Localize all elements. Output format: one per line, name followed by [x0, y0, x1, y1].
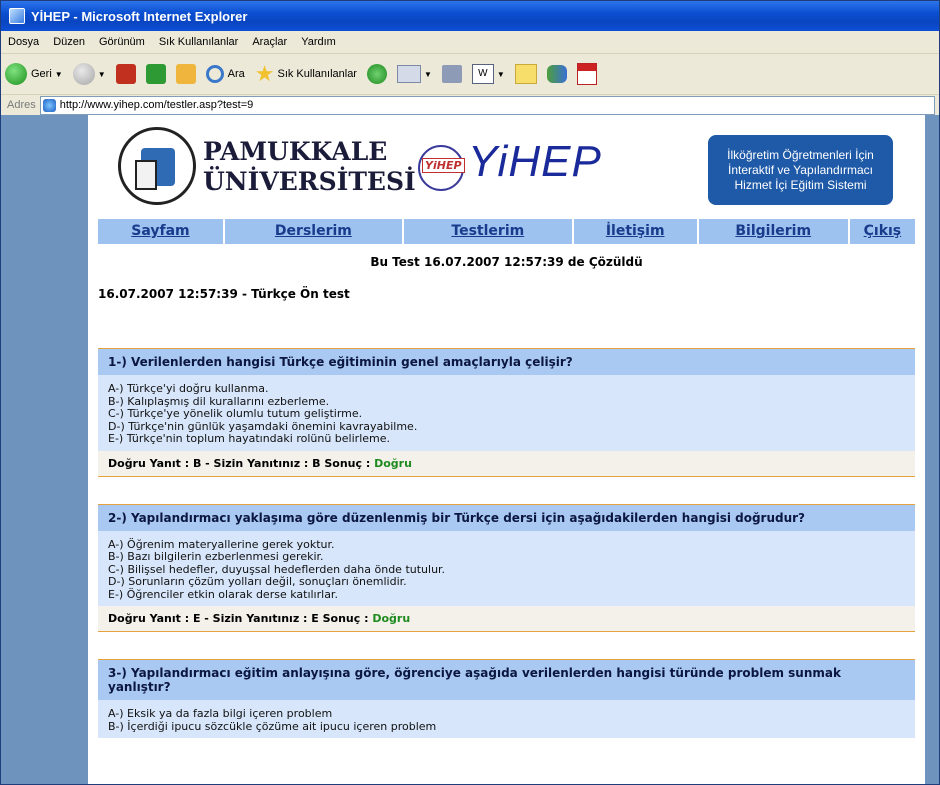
result-prefix: Doğru Yanıt : E - Sizin Yanıtınız : E So… [108, 612, 373, 625]
history-icon [366, 64, 387, 84]
nav-sayfam[interactable]: Sayfam [98, 219, 225, 244]
question-title: 3-) Yapılandırmacı eğitim anlayışına gör… [98, 659, 915, 700]
ie-app-icon [9, 8, 25, 24]
question-title: 1-) Verilenlerden hangisi Türkçe eğitimi… [98, 348, 915, 375]
university-seal-icon [118, 127, 196, 205]
word-icon: W [471, 64, 494, 84]
university-name: PAMUKKALE ÜNİVERSİTESİ [203, 137, 416, 197]
menu-help[interactable]: Yardım [294, 36, 343, 48]
menu-file[interactable]: Dosya [1, 36, 46, 48]
tagline-line1: İlköğretim Öğretmenleri İçin [727, 147, 874, 162]
mail-icon [396, 65, 421, 83]
note-icon [514, 64, 537, 84]
favorites-label: Sık Kullanılanlar [277, 68, 357, 80]
forward-arrow-icon [72, 63, 95, 85]
site-header: PAMUKKALE ÜNİVERSİTESİ YiHEP YiHEP İlköğ… [88, 115, 925, 219]
option-a: A-) Eksik ya da fazla bilgi içeren probl… [108, 707, 333, 720]
printer-icon [441, 65, 462, 83]
main-nav: Sayfam Derslerim Testlerim İletişim Bilg… [98, 219, 915, 244]
address-input[interactable]: http://www.yihep.com/testler.asp?test=9 [39, 95, 935, 115]
stop-icon [115, 64, 136, 84]
window-title: YİHEP - Microsoft Internet Explorer [31, 8, 248, 24]
nav-derslerim[interactable]: Derslerim [224, 219, 404, 244]
history-button[interactable] [366, 64, 387, 84]
back-button[interactable]: Geri ▼ [5, 63, 63, 85]
nav-cikis[interactable]: Çıkış [849, 219, 915, 244]
back-label: Geri [31, 68, 52, 80]
star-icon: ★ [254, 61, 275, 86]
chevron-down-icon[interactable]: ▼ [424, 70, 432, 79]
chevron-down-icon[interactable]: ▼ [497, 70, 505, 79]
back-arrow-icon [5, 63, 27, 85]
university-name-line1: PAMUKKALE [203, 137, 388, 166]
question-block: 3-) Yapılandırmacı eğitim anlayışına gör… [98, 659, 915, 738]
nav-bilgilerim[interactable]: Bilgilerim [698, 219, 850, 244]
refresh-icon [145, 64, 166, 84]
chevron-down-icon[interactable]: ▼ [98, 70, 106, 79]
favorites-button[interactable]: ★ Sık Kullanılanlar [254, 61, 357, 86]
question-block: 2-) Yapılandırmacı yaklaşıma göre düzenl… [98, 503, 915, 632]
chevron-down-icon[interactable]: ▼ [55, 70, 63, 79]
title-bar: YİHEP - Microsoft Internet Explorer [1, 1, 939, 31]
browser-window: YİHEP - Microsoft Internet Explorer Dosy… [0, 0, 940, 785]
browser-viewport: PAMUKKALE ÜNİVERSİTESİ YiHEP YiHEP İlköğ… [1, 115, 939, 784]
refresh-button[interactable] [145, 64, 166, 84]
nav-testlerim[interactable]: Testlerim [403, 219, 574, 244]
page-icon [42, 98, 56, 112]
option-b: B-) İçerdiği ipucu sözcükle çözüme ait i… [108, 719, 437, 733]
word-button[interactable]: W ▼ [471, 64, 505, 84]
search-label: Ara [227, 68, 245, 80]
option-d: D-) Sorunların çözüm yolları değil, sonu… [108, 575, 407, 588]
option-e: E-) Öğrenciler etkin olarak derse katılı… [108, 587, 338, 601]
menu-favorites[interactable]: Sık Kullanılanlar [152, 36, 246, 48]
option-c: C-) Türkçe'ye yönelik olumlu tutum geliş… [108, 407, 363, 420]
search-button[interactable]: Ara [205, 65, 245, 83]
university-name-line2: ÜNİVERSİTESİ [203, 167, 416, 196]
option-a: A-) Türkçe'yi doğru kullanma. [108, 382, 269, 395]
menu-edit[interactable]: Düzen [46, 36, 92, 48]
toolbar: Geri ▼ ▼ Ara ★ Sık Kullanılanlar ▼ W ▼ [1, 54, 939, 95]
print-button[interactable] [441, 65, 462, 83]
mail-button[interactable]: ▼ [396, 65, 432, 83]
tagline-line2: İnteraktif ve Yapılandırmacı [728, 162, 873, 177]
address-label: Adres [7, 99, 36, 111]
option-b: B-) Bazı bilgilerin ezberlenmesi gerekir… [108, 550, 324, 563]
home-icon [175, 64, 196, 84]
web-page: PAMUKKALE ÜNİVERSİTESİ YiHEP YiHEP İlköğ… [88, 115, 925, 784]
nav-iletisim[interactable]: İletişim [573, 219, 699, 244]
tagline-box: İlköğretim Öğretmenleri İçin İnteraktif … [708, 135, 893, 205]
result-prefix: Doğru Yanıt : B - Sizin Yanıtınız : B So… [108, 456, 375, 470]
test-title: 16.07.2007 12:57:39 - Türkçe Ön test [98, 287, 350, 301]
forward-button[interactable]: ▼ [72, 63, 106, 85]
question-block: 1-) Verilenlerden hangisi Türkçe eğitimi… [98, 348, 915, 477]
pdf-button[interactable] [576, 63, 597, 85]
address-url[interactable]: http://www.yihep.com/testler.asp?test=9 [60, 99, 254, 111]
stop-button[interactable] [115, 64, 136, 84]
globe-tag: YiHEP [422, 158, 465, 173]
question-result: Doğru Yanıt : B - Sizin Yanıtınız : B So… [98, 450, 915, 476]
question-result: Doğru Yanıt : E - Sizin Yanıtınız : E So… [98, 606, 915, 631]
result-status: Doğru [374, 456, 412, 470]
tagline-line3: Hizmet İçi Eğitim Sistemi [734, 177, 867, 192]
question-title: 2-) Yapılandırmacı yaklaşıma göre düzenl… [98, 503, 915, 531]
messenger-icon [546, 65, 567, 83]
notes-button[interactable] [514, 64, 537, 84]
brand-logo: YiHEP [468, 137, 602, 186]
question-options: A-) Öğrenim materyallerine gerek yoktur.… [98, 530, 915, 606]
result-status: Doğru [372, 612, 411, 625]
page-background-strip [925, 115, 939, 784]
question-options: A-) Türkçe'yi doğru kullanma. B-) Kalıpl… [98, 375, 915, 451]
messenger-button[interactable] [546, 65, 567, 83]
search-icon [205, 65, 224, 83]
menu-bar: Dosya Düzen Görünüm Sık Kullanılanlar Ar… [1, 31, 939, 54]
question-options: A-) Eksik ya da fazla bilgi içeren probl… [98, 700, 915, 738]
menu-tools[interactable]: Araçlar [245, 36, 294, 48]
home-button[interactable] [175, 64, 196, 84]
menu-view[interactable]: Görünüm [92, 36, 152, 48]
option-e: E-) Türkçe'nin toplum hayatındaki rolünü… [108, 432, 390, 445]
address-bar: Adres http://www.yihep.com/testler.asp?t… [1, 95, 939, 116]
pdf-icon [576, 63, 597, 85]
solved-info: Bu Test 16.07.2007 12:57:39 de Çözüldü [370, 255, 643, 269]
